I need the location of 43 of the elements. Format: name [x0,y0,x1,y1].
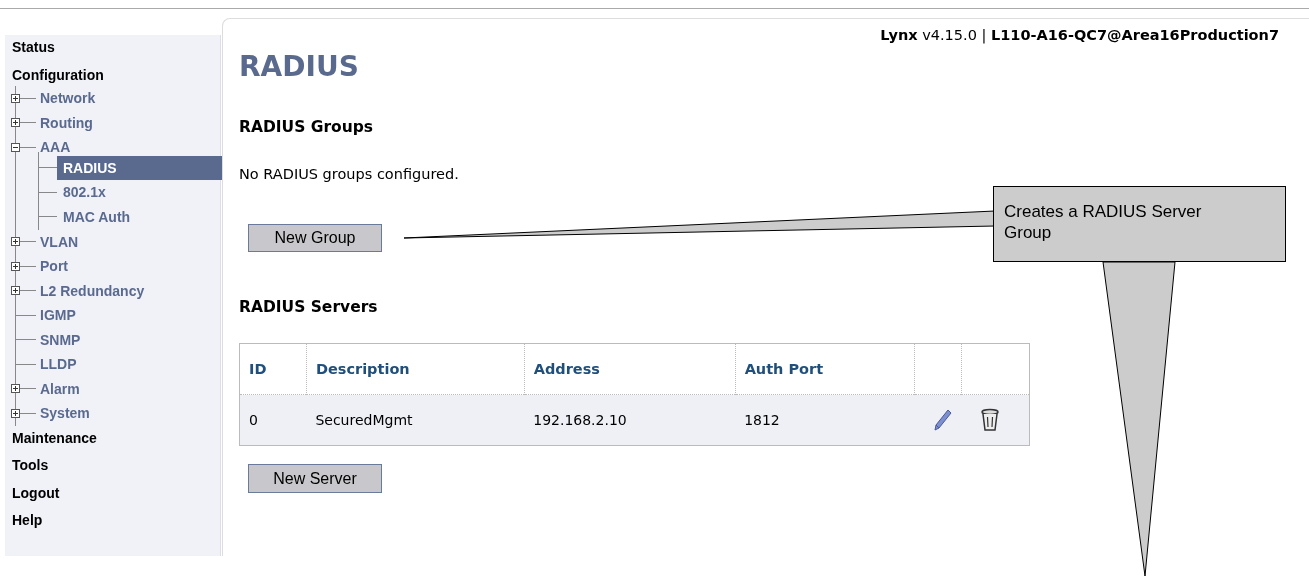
pencil-icon[interactable] [933,408,954,432]
nav-item[interactable]: Network [40,90,96,107]
nav-item[interactable]: System [40,405,90,422]
nav-item[interactable]: Tools [12,455,220,483]
table-cell: 0 [239,394,307,446]
expand-icon[interactable] [11,286,20,296]
table-cell: 1812 [735,394,915,446]
nav-item[interactable]: 802.1x [57,180,223,205]
expand-icon[interactable] [11,408,20,418]
expand-icon[interactable] [11,93,20,103]
collapse-icon[interactable] [11,142,20,152]
nav-item[interactable]: VLAN [40,233,79,250]
nav-item[interactable]: Logout [12,482,220,510]
nav-item[interactable]: Port [40,258,68,275]
expand-icon[interactable] [11,261,20,271]
nav-item[interactable]: RADIUS [57,155,223,180]
table-cell: 192.168.2.10 [524,394,736,446]
callout-box: Creates a RADIUS Server Group [993,186,1286,262]
device-info: Lynx v4.15.0 | L110-A16-QC7@Area16Production7 [880,27,1279,43]
nav-item[interactable]: Help [12,510,220,538]
page-title: RADIUS [239,49,360,85]
nav-item[interactable]: LLDP [40,356,77,373]
nav-item[interactable]: AAA [40,139,71,156]
nav-item[interactable]: Status [12,37,220,65]
section-heading: RADIUS Servers [239,298,379,316]
nav-item[interactable]: MAC Auth [57,204,223,229]
section-heading: RADIUS Groups [239,118,375,136]
expand-icon[interactable] [11,118,20,128]
new-server-button[interactable]: New Server [248,464,382,493]
nav-item[interactable]: SNMP [40,331,81,348]
trash-icon[interactable] [980,408,1001,432]
nav-item[interactable]: Routing [40,114,93,131]
new-group-button[interactable]: New Group [248,224,382,252]
empty-message: No RADIUS groups configured. [239,166,460,182]
expand-icon[interactable] [11,237,20,247]
table-cell: SecuredMgmt [306,394,525,446]
expand-icon[interactable] [11,384,20,394]
nav-item[interactable]: IGMP [40,307,76,324]
nav-item[interactable]: L2 Redundancy [40,282,145,299]
column-header: ID [239,343,307,395]
nav-item[interactable]: Configuration [12,64,220,92]
nav-item[interactable]: Alarm [40,380,80,397]
nav-item[interactable]: Maintenance [12,427,220,455]
